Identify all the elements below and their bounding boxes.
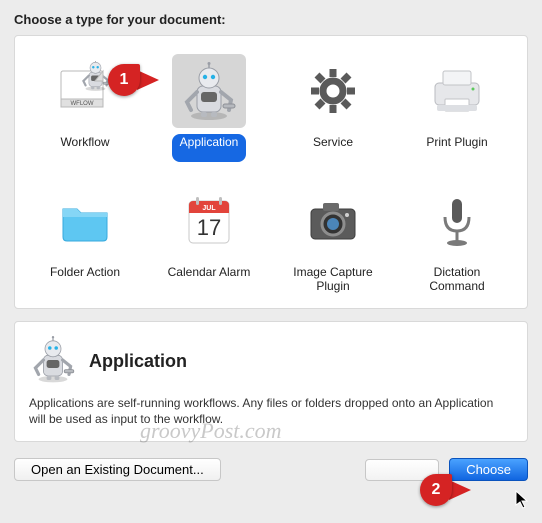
type-label: Workflow bbox=[52, 134, 117, 162]
cursor-icon bbox=[515, 490, 529, 510]
svg-text:17: 17 bbox=[197, 215, 221, 240]
calendar-icon: JUL 17 bbox=[172, 184, 246, 258]
type-label: Print Plugin bbox=[418, 134, 495, 162]
open-existing-button[interactable]: Open an Existing Document... bbox=[14, 458, 221, 481]
workflow-icon: WFLOW bbox=[48, 54, 122, 128]
svg-text:WFLOW: WFLOW bbox=[71, 101, 94, 107]
type-label: Calendar Alarm bbox=[160, 264, 259, 292]
microphone-icon bbox=[420, 184, 494, 258]
type-grid: WFLOW Workflow Application bbox=[23, 52, 519, 296]
svg-text:JUL: JUL bbox=[202, 205, 216, 212]
type-grid-panel: WFLOW Workflow Application bbox=[14, 35, 528, 309]
printer-icon bbox=[420, 54, 494, 128]
type-dictation-command[interactable]: Dictation Command bbox=[395, 182, 519, 296]
camera-icon bbox=[296, 184, 370, 258]
folder-icon bbox=[48, 184, 122, 258]
application-icon bbox=[29, 336, 77, 387]
cancel-button[interactable] bbox=[365, 459, 439, 481]
button-row: Open an Existing Document... Choose bbox=[14, 458, 528, 481]
type-folder-action[interactable]: Folder Action bbox=[23, 182, 147, 296]
type-workflow[interactable]: WFLOW Workflow bbox=[23, 52, 147, 164]
page-title: Choose a type for your document: bbox=[14, 12, 528, 27]
type-label: Service bbox=[305, 134, 361, 162]
description-title: Application bbox=[89, 351, 187, 372]
application-icon bbox=[172, 54, 246, 128]
type-print-plugin[interactable]: Print Plugin bbox=[395, 52, 519, 164]
gear-icon bbox=[296, 54, 370, 128]
type-service[interactable]: Service bbox=[271, 52, 395, 164]
description-body: Applications are self-running workflows.… bbox=[29, 395, 513, 427]
type-image-capture-plugin[interactable]: Image Capture Plugin bbox=[271, 182, 395, 296]
type-label: Dictation Command bbox=[397, 264, 517, 294]
type-label: Image Capture Plugin bbox=[273, 264, 393, 294]
type-application[interactable]: Application bbox=[147, 52, 271, 164]
description-panel: Application Applications are self-runnin… bbox=[14, 321, 528, 442]
choose-button[interactable]: Choose bbox=[449, 458, 528, 481]
type-label: Application bbox=[172, 134, 247, 162]
type-label: Folder Action bbox=[42, 264, 128, 292]
type-calendar-alarm[interactable]: JUL 17 Calendar Alarm bbox=[147, 182, 271, 296]
